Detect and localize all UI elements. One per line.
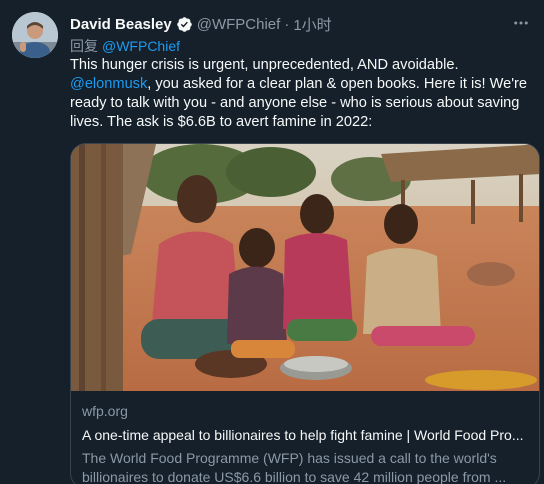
link-card[interactable]: wfp.org A one-time appeal to billionaire… <box>70 143 540 484</box>
reply-prefix: 回复 <box>70 38 98 54</box>
card-description: The World Food Programme (WFP) has issue… <box>82 450 507 484</box>
card-domain: wfp.org <box>82 403 128 419</box>
card-title[interactable]: A one-time appeal to billionaires to hel… <box>82 427 527 447</box>
mention-link[interactable]: @elonmusk <box>70 76 147 92</box>
tweet-text-part1: This hunger crisis is urgent, unpreceden… <box>70 57 459 73</box>
card-image[interactable] <box>71 144 539 391</box>
tweet-text: This hunger crisis is urgent, unpreceden… <box>70 56 538 132</box>
tweet-header: David Beasley @WFPChief · 1小时 <box>70 14 532 34</box>
tweet[interactable]: David Beasley @WFPChief · 1小时 回复 @WFPChie… <box>0 0 544 484</box>
verified-badge-icon <box>176 16 193 33</box>
author-handle[interactable]: @WFPChief <box>197 16 281 33</box>
card-meta: wfp.org A one-time appeal to billionaire… <box>82 403 527 484</box>
separator-dot: · <box>284 15 290 33</box>
author-name[interactable]: David Beasley <box>70 16 172 33</box>
tweet-timestamp[interactable]: 1小时 <box>293 14 331 35</box>
more-options-icon[interactable] <box>512 14 530 37</box>
avatar[interactable] <box>12 12 58 58</box>
reply-context: 回复 @WFPChief <box>70 36 180 56</box>
reply-mention-link[interactable]: @WFPChief <box>102 38 180 54</box>
